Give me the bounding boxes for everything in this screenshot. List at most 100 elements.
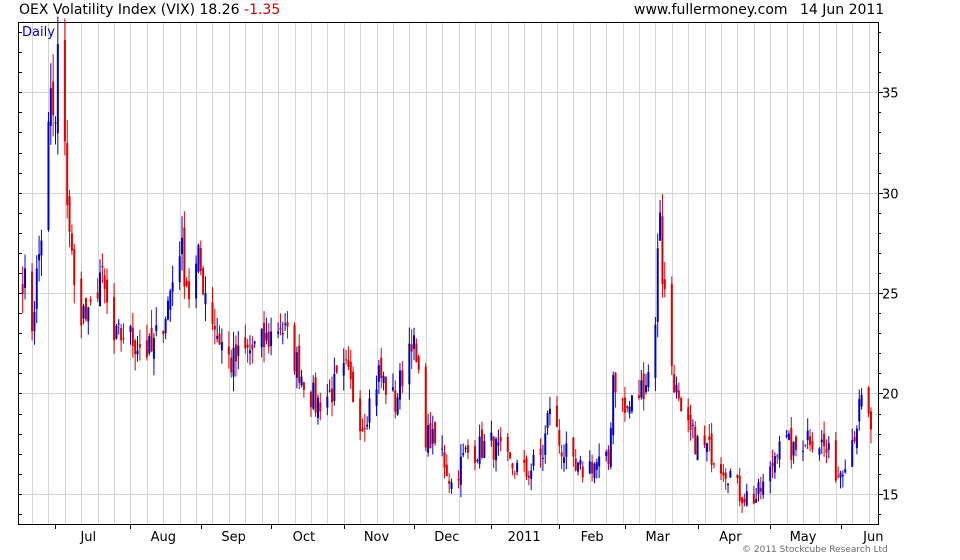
candle-body bbox=[759, 487, 762, 492]
candle-body bbox=[427, 425, 430, 453]
candle-body bbox=[70, 233, 73, 251]
candle-body bbox=[673, 374, 676, 393]
candle-body bbox=[413, 335, 416, 349]
y-tick-label: 30 bbox=[882, 188, 899, 203]
x-tick-label: Jul bbox=[79, 530, 96, 545]
candle-body bbox=[68, 196, 71, 232]
candle-body bbox=[82, 306, 85, 319]
candle-body bbox=[244, 337, 247, 349]
x-tick-label: Apr bbox=[719, 530, 742, 545]
candle-body bbox=[787, 433, 790, 440]
candle-body bbox=[54, 122, 57, 124]
candle-body bbox=[443, 451, 446, 468]
candle-body bbox=[277, 331, 280, 334]
candle-body bbox=[314, 377, 317, 413]
candle-body bbox=[363, 428, 366, 430]
candle-body bbox=[792, 442, 795, 456]
candle-body bbox=[687, 407, 690, 421]
candle-body bbox=[827, 443, 830, 450]
candle-body bbox=[869, 411, 872, 430]
candle-body bbox=[712, 463, 715, 465]
candle-body bbox=[544, 433, 547, 455]
candle-body bbox=[441, 448, 444, 450]
candle-body bbox=[598, 456, 601, 467]
candle-body bbox=[719, 464, 722, 474]
candle-body bbox=[546, 413, 549, 428]
candle-body bbox=[352, 371, 355, 403]
candle-body bbox=[35, 268, 38, 309]
candle-body bbox=[736, 474, 739, 478]
candle-body bbox=[727, 483, 730, 486]
candle-body bbox=[588, 461, 591, 474]
candle-body bbox=[47, 121, 50, 230]
candle-body bbox=[860, 394, 863, 407]
candle-body bbox=[778, 441, 781, 460]
candle-body bbox=[80, 278, 83, 326]
candle-body bbox=[349, 361, 352, 380]
candle-body bbox=[499, 436, 502, 442]
candle-body bbox=[523, 459, 526, 463]
candle-body bbox=[609, 428, 612, 467]
candle-body bbox=[794, 436, 797, 451]
copyright-text: © 2011 Stockcube Research Ltd bbox=[742, 545, 888, 555]
candle-body bbox=[265, 332, 268, 341]
candle-body bbox=[785, 435, 788, 437]
candle-body bbox=[769, 466, 772, 482]
candle-body bbox=[263, 322, 266, 348]
candle-body bbox=[621, 399, 624, 401]
candle-body bbox=[382, 375, 385, 384]
candle-body bbox=[724, 472, 727, 479]
candle-body bbox=[56, 44, 59, 134]
candle-body bbox=[525, 457, 528, 477]
candle-body bbox=[752, 493, 755, 504]
x-tick-label: Mar bbox=[645, 530, 670, 545]
candle-body bbox=[415, 343, 418, 363]
candle-body bbox=[696, 436, 699, 460]
candle-body bbox=[722, 472, 725, 476]
candle-body bbox=[820, 439, 823, 443]
candle-body bbox=[572, 437, 575, 457]
y-tick-label: 25 bbox=[882, 288, 899, 303]
candle-body bbox=[302, 382, 305, 390]
y-tick-label: 20 bbox=[882, 388, 899, 403]
candle-body bbox=[401, 370, 404, 387]
candle-body bbox=[710, 433, 713, 465]
candle-body bbox=[40, 240, 43, 256]
x-tick-label: Nov bbox=[364, 530, 390, 545]
candle-body bbox=[204, 293, 207, 305]
candle-body bbox=[359, 398, 362, 432]
candle-body bbox=[328, 390, 331, 392]
candle-body bbox=[691, 424, 694, 426]
x-tick-label: Sep bbox=[221, 530, 246, 545]
candle-body bbox=[595, 462, 598, 470]
candle-body bbox=[63, 39, 66, 142]
candle-body bbox=[804, 444, 807, 446]
candle-body bbox=[565, 443, 568, 457]
candle-body bbox=[839, 472, 842, 478]
candle-body bbox=[708, 436, 711, 440]
candle-body bbox=[417, 356, 420, 370]
candle-body bbox=[659, 212, 662, 241]
candle-body bbox=[99, 272, 102, 307]
candle-body bbox=[253, 341, 256, 344]
candle-body bbox=[122, 338, 125, 340]
candle-body bbox=[773, 456, 776, 473]
candle-body bbox=[375, 389, 378, 406]
candle-body bbox=[164, 319, 167, 334]
candle-body bbox=[326, 396, 329, 408]
candle-body bbox=[380, 357, 383, 379]
candle-body bbox=[286, 321, 289, 327]
candle-body bbox=[663, 279, 666, 290]
candle-body bbox=[251, 344, 254, 350]
candle-body bbox=[120, 328, 123, 341]
candle-body bbox=[513, 473, 516, 475]
candle-body bbox=[851, 440, 854, 467]
candle-body bbox=[237, 345, 240, 356]
candle-body bbox=[115, 325, 118, 339]
candle-body bbox=[834, 440, 837, 481]
candle-body bbox=[183, 227, 186, 287]
candle-body bbox=[394, 390, 397, 412]
candle-body bbox=[539, 448, 542, 455]
candle-body bbox=[506, 436, 509, 452]
candle-body bbox=[645, 385, 648, 393]
